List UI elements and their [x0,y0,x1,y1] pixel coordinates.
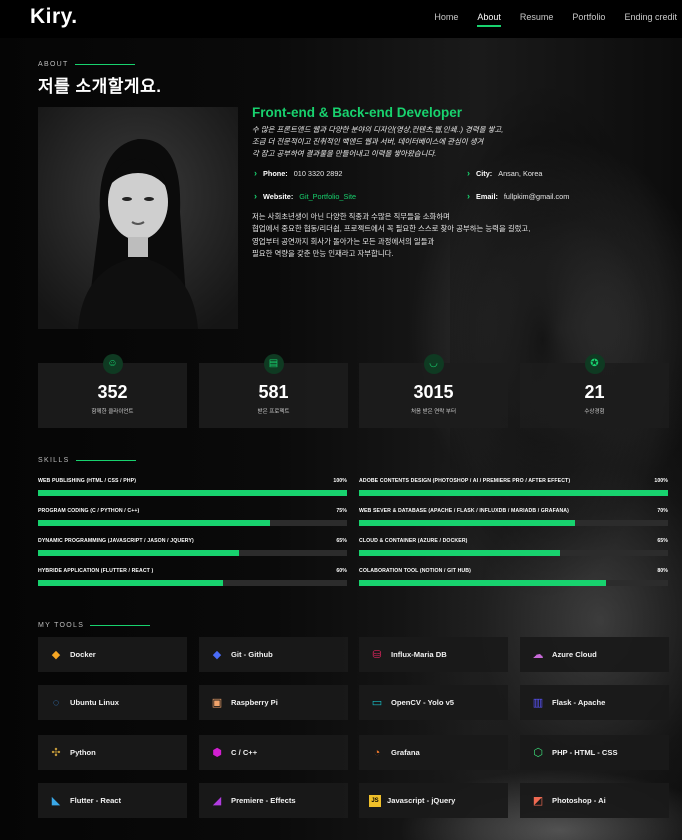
tool-label: OpenCV - Yolo v5 [391,698,455,707]
document-icon: ▤ [263,354,284,374]
chevron-right-icon: › [254,168,257,178]
tool-label: Docker [70,650,96,659]
tool-card[interactable]: ◆ Docker [38,637,187,672]
info-website: › Website: Git_Portfolio_Site [254,191,357,201]
tool-label: Javascript - jQuery [387,796,456,805]
tool-label: Photoshop - Ai [552,796,606,805]
tool-label: C / C++ [231,748,258,757]
main-nav: Home About Resume Portfolio Ending credi… [415,12,677,27]
smile-icon: ☺ [102,354,123,374]
nav-resume[interactable]: Resume [520,12,554,22]
tool-card[interactable]: ⛁ Influx-Maria DB [359,637,508,672]
grafana-icon: ◔ [373,746,381,759]
tool-label: Premiere - Effects [231,796,296,805]
tool-card[interactable]: ◆ Git - Github [199,637,348,672]
tool-card[interactable]: ⬢ C / C++ [199,735,348,770]
skill-bar: WEB PUBLISHING (HTML / CSS / PHP) 100% [38,478,347,496]
nav-portfolio[interactable]: Portfolio [572,12,605,22]
count-box-awards: ✪ 21 수상경험 [520,354,669,428]
tool-card[interactable]: ⬡ PHP - HTML - CSS [520,735,669,770]
tool-card[interactable]: ▥ Flask - Apache [520,685,669,720]
tool-card[interactable]: ◩ Photoshop - Ai [520,783,669,818]
nav-about[interactable]: About [477,12,501,27]
tool-card[interactable]: ✣ Python [38,735,187,770]
tool-label: Python [70,748,96,757]
count-box-clients: ☺ 352 함께한 클라이언트 [38,354,187,428]
about-heading: 저를 소개할게요. [38,77,162,96]
skill-bar: ADOBE CONTENTS DESIGN (PHOTOSHOP / AI / … [359,478,668,496]
tool-label: Azure Cloud [552,650,597,659]
skill-bar: COLABORATION TOOL (NOTION / GIT HUB) 80% [359,568,668,586]
headset-icon: ◡ [423,354,444,374]
skill-bar: DYNAMIC PROGRAMMING (JAVASCRIPT / JASON … [38,538,347,556]
tool-label: Raspberry Pi [231,698,278,707]
tool-card[interactable]: JS Javascript - jQuery [359,783,508,818]
git-icon: ◆ [212,649,222,661]
tools-section-label: MY TOOLS [38,622,151,629]
count-box-contacts: ◡ 3015 처음 받은 연락 부터 [359,354,508,428]
server-icon: ▥ [532,697,544,709]
info-city: › City: Ansan, Korea [467,168,543,178]
tool-card[interactable]: ◢ Premiere - Effects [199,783,348,818]
ubuntu-icon: ◌ [52,696,60,709]
tool-label: Flutter - React [70,796,122,805]
chevron-right-icon: › [254,191,257,201]
window-icon: ▭ [371,697,383,709]
tool-card[interactable]: ▭ OpenCV - Yolo v5 [359,685,508,720]
cloud-icon: ☁ [532,649,544,661]
cpp-icon: ⬢ [212,747,222,759]
javascript-icon: JS [369,794,381,807]
website-link[interactable]: Git_Portfolio_Site [299,192,356,201]
skill-bar: CLOUD & CONTAINER (AZURE / DOCKER) 65% [359,538,668,556]
photoshop-icon: ◩ [532,795,544,807]
tool-label: Influx-Maria DB [391,650,447,659]
skill-bar: HYBRIDE APPLICATION (FLUTTER / REACT ) 60… [38,568,347,586]
tool-card[interactable]: ◌ Ubuntu Linux [38,685,187,720]
docker-icon: ◆ [51,649,61,661]
python-icon: ✣ [51,747,61,759]
tool-card[interactable]: ▣ Raspberry Pi [199,685,348,720]
tool-label: Git - Github [231,650,273,659]
count-box-projects: ▤ 581 받은 프로젝트 [199,354,348,428]
intro-text: 수 많은 프론트엔드 웹과 다양한 분야의 디자인(영상,컨텐츠,웹,인쇄..)… [252,125,504,158]
tool-card[interactable]: ☁ Azure Cloud [520,637,669,672]
raspberry-icon: ▣ [211,697,223,709]
tool-card[interactable]: ◣ Flutter - React [38,783,187,818]
skill-bar: PROGRAM CODING (C / PYTHON / C++) 75% [38,508,347,526]
tool-label: Grafana [391,748,420,757]
tool-label: Flask - Apache [552,698,606,707]
bio-text: 저는 사회초년생이 아닌 다양한 직종과 수많은 직무들을 소화하며 협업에서 … [252,212,531,258]
site-header: Kiry. Home About Resume Portfolio Ending… [0,0,682,38]
database-icon: ⛁ [372,649,382,661]
premiere-icon: ◢ [212,795,222,807]
html5-icon: ⬡ [533,747,543,759]
role-title: Front-end & Back-end Developer [252,105,463,120]
nav-ending-credit[interactable]: Ending credit [624,12,677,22]
tool-card[interactable]: ◔ Grafana [359,735,508,770]
chevron-right-icon: › [467,168,470,178]
flutter-icon: ◣ [51,795,61,807]
info-email: › Email: fullpkim@gmail.com [467,191,570,201]
skill-bar: WEB SEVER & DATABASE (APACHE / FLASK / I… [359,508,668,526]
tool-label: Ubuntu Linux [70,698,119,707]
chevron-right-icon: › [467,191,470,201]
skills-section-label: SKILLS [38,457,136,464]
info-phone: › Phone: 010 3320 2892 [254,168,343,178]
award-icon: ✪ [584,354,605,374]
nav-home[interactable]: Home [434,12,458,22]
logo[interactable]: Kiry. [30,5,78,29]
about-section-label: ABOUT [38,61,135,68]
profile-photo [38,107,238,329]
tool-label: PHP - HTML - CSS [552,748,618,757]
